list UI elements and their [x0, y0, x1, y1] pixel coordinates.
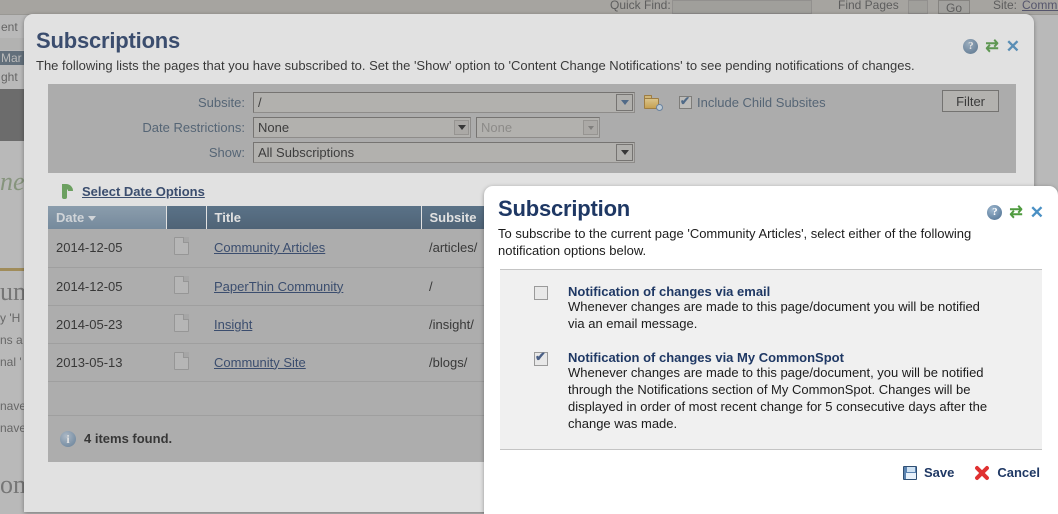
swap-icon[interactable]: ⇄: [985, 38, 998, 55]
subscription-action-bar: Save Cancel: [484, 450, 1058, 488]
show-value: All Subscriptions: [258, 145, 355, 161]
swap-icon[interactable]: ⇄: [1009, 204, 1022, 221]
chevron-down-icon[interactable]: [454, 120, 469, 136]
subsite-row: Subsite: / Include Child Subsites Filter: [48, 90, 1016, 115]
include-child-subsites-row[interactable]: Include Child Subsites: [679, 94, 826, 111]
cell-date: 2013-05-13: [48, 343, 166, 382]
select-date-options-link[interactable]: Select Date Options: [82, 184, 205, 199]
notification-option-description: Whenever changes are made to this page/d…: [568, 299, 980, 332]
page-title-link[interactable]: Community Articles: [214, 240, 325, 255]
chevron-down-icon[interactable]: [616, 144, 633, 162]
help-icon[interactable]: ?: [987, 205, 1003, 220]
subscription-dialog[interactable]: ? ⇄ ✕ Subscription To subscribe to the c…: [484, 186, 1058, 514]
subscription-dialog-icons: ? ⇄ ✕: [987, 204, 1044, 221]
cell-date: 2014-12-05: [48, 267, 166, 306]
column-header-date[interactable]: Date: [48, 206, 167, 230]
cell-title: PaperThin Community: [206, 267, 421, 306]
subsite-select[interactable]: /: [253, 92, 635, 114]
subsite-value: /: [258, 95, 262, 111]
folder-search-icon[interactable]: [644, 95, 663, 112]
cell-icon: [166, 305, 206, 344]
include-child-subsites-label: Include Child Subsites: [697, 95, 826, 111]
close-icon[interactable]: ✕: [1006, 38, 1020, 55]
subscriptions-intro-text: The following lists the pages that you h…: [36, 58, 915, 73]
chevron-down-icon: [583, 120, 598, 136]
notification-checkbox[interactable]: [534, 286, 548, 301]
column-label-date: Date: [56, 210, 85, 226]
document-icon: [174, 351, 189, 370]
notification-options-fieldset: Notification of changes via email Wheneve…: [500, 269, 1042, 450]
items-found-text: 4 items found.: [84, 431, 173, 447]
date-restrictions-label: Date Restrictions:: [142, 120, 245, 136]
curved-arrow-icon: [60, 183, 76, 200]
cell-date: 2014-12-05: [48, 229, 166, 268]
date-restrictions-secondary-select: None: [476, 117, 600, 139]
subscriptions-page-title: Subscriptions: [36, 28, 181, 53]
cancel-button[interactable]: Cancel: [974, 465, 1040, 481]
subscriptions-dialog-icons: ? ⇄ ✕: [963, 38, 1020, 55]
show-label: Show:: [208, 145, 245, 161]
notification-text: Notification of changes via My CommonSpo…: [568, 350, 1026, 433]
page-title-link[interactable]: Insight: [214, 317, 252, 332]
notification-option-title[interactable]: Notification of changes via My CommonSpo…: [568, 350, 844, 365]
cell-title: Community Site: [206, 343, 421, 382]
document-icon: [174, 237, 189, 256]
notification-option-title[interactable]: Notification of changes via email: [568, 284, 770, 299]
notification-option: Notification of changes via email Wheneve…: [516, 284, 1026, 333]
include-child-subsites-checkbox[interactable]: [679, 94, 692, 110]
cell-date: 2014-05-23: [48, 305, 166, 344]
date-restrictions-value: None: [258, 120, 290, 136]
date-restrictions-secondary-value: None: [481, 120, 513, 136]
notification-option: Notification of changes via My CommonSpo…: [516, 349, 1026, 433]
show-row: Show: All Subscriptions: [48, 140, 1016, 165]
notification-checkbox[interactable]: [534, 349, 548, 367]
save-label: Save: [923, 465, 955, 481]
cell-title: Insight: [206, 305, 421, 344]
save-icon: [902, 465, 917, 480]
subscription-intro-text: To subscribe to the current page 'Commun…: [498, 226, 972, 259]
help-icon[interactable]: ?: [963, 39, 979, 54]
chevron-down-icon[interactable]: [616, 94, 633, 112]
column-header-icon: [166, 206, 207, 230]
notification-text: Notification of changes via email Wheneve…: [568, 284, 1026, 333]
show-select[interactable]: All Subscriptions: [253, 142, 635, 164]
page-title-link[interactable]: PaperThin Community: [214, 279, 343, 294]
document-icon: [174, 313, 189, 332]
subsite-label: Subsite:: [198, 95, 245, 111]
cancel-label: Cancel: [997, 465, 1040, 481]
info-icon: i: [60, 430, 76, 447]
filter-button[interactable]: Filter: [942, 90, 999, 113]
close-icon[interactable]: ✕: [1030, 204, 1044, 221]
cell-icon: [166, 343, 206, 382]
cell-icon: [166, 229, 206, 268]
cell-title: Community Articles: [206, 229, 421, 268]
subscription-page-title: Subscription: [498, 196, 631, 221]
date-restrictions-row: Date Restrictions: None None: [48, 115, 1016, 140]
cancel-x-icon: [974, 465, 990, 481]
page-title-link[interactable]: Community Site: [214, 355, 306, 370]
column-label-title: Title: [214, 210, 242, 226]
document-icon: [174, 275, 189, 294]
notification-option-description: Whenever changes are made to this page/d…: [568, 365, 988, 431]
column-label-subsite: Subsite: [429, 210, 477, 226]
cell-icon: [166, 267, 206, 306]
column-header-title[interactable]: Title: [206, 206, 422, 230]
filter-panel: Subsite: / Include Child Subsites Filter…: [48, 84, 1016, 174]
date-restrictions-select[interactable]: None: [253, 117, 471, 139]
sort-desc-icon: [88, 216, 97, 222]
save-button[interactable]: Save: [902, 465, 955, 481]
